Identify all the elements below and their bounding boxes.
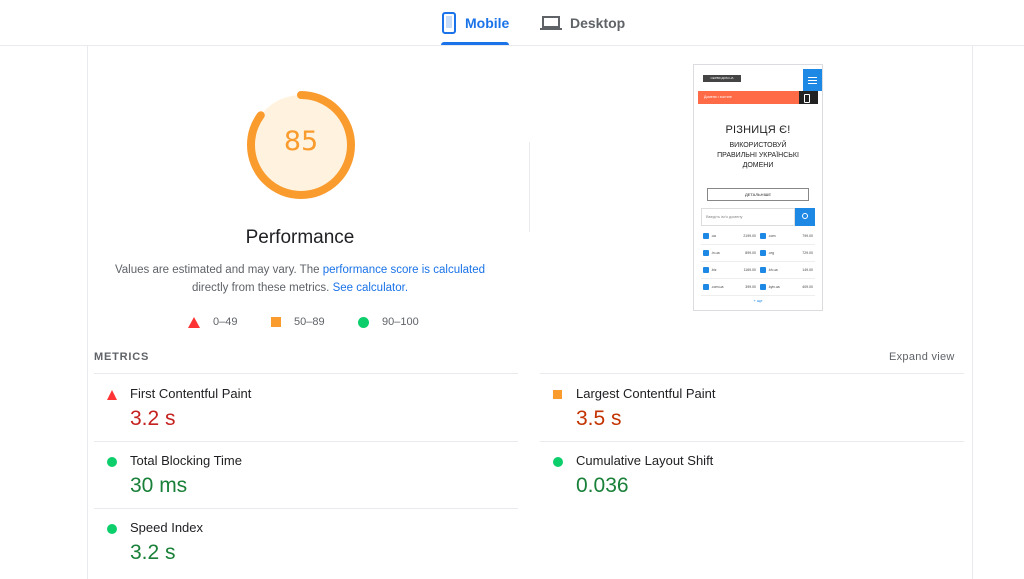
domain-name: .org [768,251,775,255]
orange-square-icon [271,317,281,327]
domain-price: 1169.00 [743,268,756,272]
domain-price: 899.00 [745,251,756,255]
metrics-divider [94,441,518,442]
checkbox-icon [760,284,766,290]
metric-label: Total Blocking Time [130,453,242,468]
checkbox-icon [760,267,766,273]
domain-name: .biz [711,268,717,272]
screenshot-domain-row: .com.ua 399.00 .kyiv.ua 409.00 [701,279,815,296]
tab-desktop-label: Desktop [570,15,626,31]
screenshot-subheading: ВИКОРИСТОВУЙ ПРАВИЛЬНІ УКРАЇНСЬКІ ДОМЕНИ [717,142,799,169]
screenshot-domain-grid: .ua 2199.00 .com 799.00 .in.ua 899.00 .org 7… [701,228,815,296]
metric-value: 30 ms [130,474,188,497]
domain-price: 149.00 [802,268,813,272]
domain-name: .com [768,234,776,238]
performance-score: 85 [283,126,319,157]
domain-name: .in.ua [711,251,720,255]
domain-price: 799.00 [802,234,813,238]
domain-name: .com.ua [711,285,724,289]
screenshot-search: Введіть ім'я домену [701,208,795,226]
screenshot-domain: .kyiv.ua 409.00 [758,279,815,295]
metrics-divider [540,441,964,442]
domain-name: .kyiv.ua [768,285,780,289]
report-card [87,46,973,579]
metric-label: Cumulative Layout Shift [576,453,714,468]
metrics-divider [540,373,964,374]
domain-price: 2199.00 [743,234,756,238]
legend-fail: 0–49 [188,316,237,328]
legend-average-range: 50–89 [294,316,325,328]
green-circle-icon [358,316,369,328]
domain-price: 729.00 [802,251,813,255]
legend-fail-range: 0–49 [213,316,238,328]
expand-view-button[interactable]: Expand view [889,351,955,363]
metric-value: 3.2 s [130,407,176,430]
pass-circle-icon [107,524,117,534]
pass-circle-icon [107,457,117,467]
checkbox-icon [760,250,766,256]
metrics-heading: METRICS [94,351,150,363]
checkbox-icon [703,267,709,273]
metric-value: 3.2 s [130,541,176,564]
screenshot-domain: .in.ua 899.00 [701,245,758,261]
screenshot-domain: .ua 2199.00 [701,228,758,244]
checkbox-icon [703,233,709,239]
screenshot-domain: .com.ua 399.00 [701,279,758,295]
desc-prefix: Values are estimated and may vary. The [114,264,323,276]
domain-name: .kh.ua [768,268,778,272]
domain-price: 399.00 [745,285,756,289]
metric-label: Speed Index [130,520,204,535]
screenshot-domain-row: .in.ua 899.00 .org 729.00 [701,245,815,262]
metric-label: Largest Contentful Paint [576,386,716,401]
score-calculated-link[interactable]: performance score is calculated [323,264,485,276]
metrics-divider [94,508,518,509]
screenshot-domain: .kh.ua 149.00 [758,262,815,278]
screenshot-menu-icon [803,69,822,91]
legend-average: 50–89 [271,316,325,328]
performance-description: Values are estimated and may vary. The p… [110,261,490,297]
screenshot-domain: .biz 1169.00 [701,262,758,278]
screenshot-domain-row: .biz 1169.00 .kh.ua 149.00 [701,262,815,279]
active-tab-indicator [441,42,509,45]
screenshot-more: + ще [753,298,763,303]
legend-pass: 90–100 [358,316,419,328]
screenshot-domain: .com 799.00 [758,228,815,244]
desc-middle: directly from these metrics. [191,282,333,294]
screenshot-search-icon [795,208,815,226]
screenshot-banner: Домени • хостинг [698,91,803,104]
legend-pass-range: 90–100 [382,316,419,328]
smartphone-icon [442,12,456,34]
screenshot-logo: СЕРВІСДОМ.UA [703,75,741,82]
screenshot-heading: РІЗНИЦЯ Є! [725,124,791,136]
checkbox-icon [703,284,709,290]
vertical-divider [529,142,530,232]
metric-value: 0.036 [576,474,629,497]
metrics-divider [94,373,518,374]
fail-triangle-icon [107,390,117,400]
see-calculator-link[interactable]: See calculator. [333,282,408,294]
laptop-icon [540,16,562,30]
tab-desktop[interactable]: Desktop [540,0,625,46]
device-tabs: Mobile Desktop [0,0,1024,46]
screenshot-button: ДЕТАЛЬНІШЕ [707,188,809,201]
metric-label: First Contentful Paint [130,386,252,401]
page-screenshot: СЕРВІСДОМ.UA Домени • хостинг РІЗНИЦЯ Є!… [693,64,823,311]
screenshot-domain: .org 729.00 [758,245,815,261]
red-triangle-icon [188,316,200,328]
checkbox-icon [703,250,709,256]
tab-mobile[interactable]: Mobile [441,0,509,46]
tab-mobile-label: Mobile [465,15,510,31]
performance-title: Performance [245,227,355,248]
average-square-icon [553,390,562,399]
checkbox-icon [760,233,766,239]
pass-circle-icon [553,457,563,467]
metric-value: 3.5 s [576,407,622,430]
screenshot-phone-icon [799,91,818,104]
domain-price: 409.00 [802,285,813,289]
screenshot-domain-row: .ua 2199.00 .com 799.00 [701,228,815,245]
domain-name: .ua [711,234,716,238]
